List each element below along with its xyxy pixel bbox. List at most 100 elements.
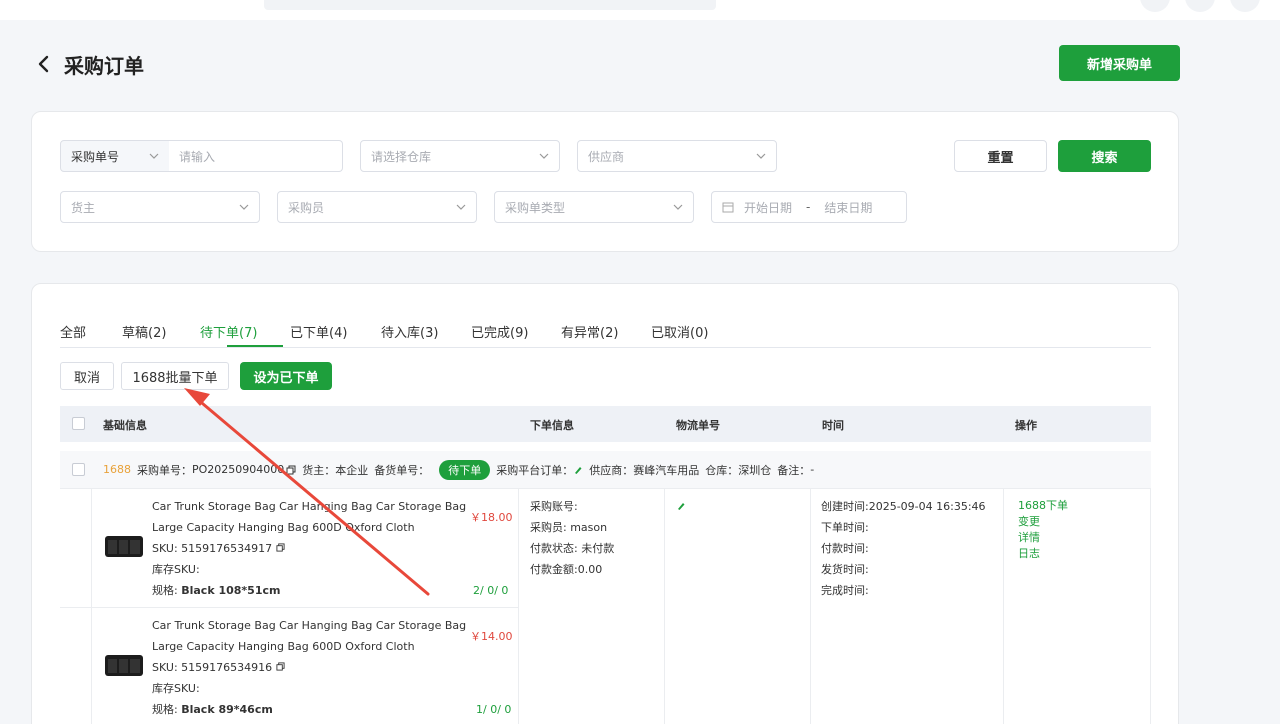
stock-sku: 库存SKU: bbox=[152, 682, 200, 695]
supplier-select[interactable]: 供应商 bbox=[577, 140, 777, 172]
batch-1688-order-button[interactable]: 1688批量下单 bbox=[121, 362, 229, 390]
chevron-down-icon bbox=[456, 204, 466, 210]
owner-select[interactable]: 货主 bbox=[60, 191, 260, 223]
ordered-time: 下单时间: bbox=[821, 521, 869, 534]
tab-draft[interactable]: 草稿(2) bbox=[122, 322, 166, 341]
product-title-line2: Large Capacity Hanging Bag 600D Oxford C… bbox=[152, 640, 415, 653]
th-basic-info: 基础信息 bbox=[103, 419, 147, 432]
grid-line bbox=[1003, 489, 1004, 724]
top-icon-button[interactable] bbox=[1140, 0, 1170, 12]
chevron-down-icon bbox=[539, 153, 549, 159]
tab-exception[interactable]: 有异常(2) bbox=[561, 322, 618, 341]
tab-cancelled[interactable]: 已取消(0) bbox=[651, 322, 708, 341]
date-range-picker[interactable]: 开始日期 - 结束日期 bbox=[711, 191, 907, 223]
owner-value: 本企业 bbox=[335, 463, 369, 477]
order-no-type-select[interactable]: 采购单号 bbox=[60, 140, 170, 172]
copy-icon[interactable] bbox=[276, 543, 285, 552]
product-spec: 规格: Black 108*51cm bbox=[152, 584, 280, 598]
order-source: 1688 bbox=[103, 463, 131, 476]
calendar-icon bbox=[722, 202, 734, 213]
global-search-bar[interactable] bbox=[264, 0, 716, 10]
top-bar bbox=[0, 0, 1280, 20]
platform-order-label: 采购平台订单： bbox=[496, 463, 574, 477]
tab-all[interactable]: 全部 bbox=[60, 322, 86, 341]
grid-line bbox=[60, 607, 518, 608]
grid-line bbox=[518, 489, 519, 724]
product-thumbnail bbox=[105, 655, 143, 676]
top-icon-button[interactable] bbox=[1230, 0, 1260, 12]
edit-icon[interactable] bbox=[676, 501, 686, 511]
op-log-link[interactable]: 日志 bbox=[1018, 545, 1040, 561]
set-ordered-button[interactable]: 设为已下单 bbox=[240, 362, 332, 390]
page-title: 采购订单 bbox=[64, 53, 144, 78]
th-logistics: 物流单号 bbox=[676, 419, 720, 432]
stock-no-label: 备货单号： bbox=[374, 463, 430, 477]
edit-icon[interactable] bbox=[573, 465, 583, 475]
reset-button[interactable]: 重置 bbox=[954, 140, 1047, 172]
product-spec: 规格: Black 89*46cm bbox=[152, 703, 273, 717]
purchase-account: 采购账号: bbox=[530, 500, 578, 513]
paid-time: 付款时间: bbox=[821, 542, 869, 555]
op-change-link[interactable]: 变更 bbox=[1018, 513, 1040, 529]
shipped-time: 发货时间: bbox=[821, 563, 869, 576]
product-title-line1: Car Trunk Storage Bag Car Hanging Bag Ca… bbox=[152, 619, 467, 632]
spec-value: Black 108*51cm bbox=[181, 584, 281, 597]
buyer-select[interactable]: 采购员 bbox=[277, 191, 477, 223]
buyer-info: 采购员: mason bbox=[530, 521, 608, 534]
chevron-down-icon bbox=[149, 153, 159, 159]
product-sku: SKU: 5159176534916 bbox=[152, 661, 285, 675]
supplier-value: 赛峰汽车用品 bbox=[633, 463, 700, 477]
warehouse-placeholder: 请选择仓库 bbox=[371, 149, 432, 164]
owner-placeholder: 货主 bbox=[71, 200, 96, 215]
warehouse-label: 仓库： bbox=[705, 463, 739, 477]
owner-label: 货主： bbox=[302, 463, 336, 477]
tab-ordered[interactable]: 已下单(4) bbox=[290, 322, 347, 341]
op-detail-link[interactable]: 详情 bbox=[1018, 529, 1040, 545]
order-header-row: 1688 采购单号： PO20250904000 货主： 本企业 备货单号： 待… bbox=[60, 451, 1151, 489]
top-icon-button[interactable] bbox=[1185, 0, 1215, 12]
new-purchase-order-button[interactable]: 新增采购单 bbox=[1059, 45, 1180, 81]
product-thumbnail bbox=[105, 536, 143, 557]
grid-line bbox=[664, 489, 665, 724]
tab-pending-order[interactable]: 待下单(7) bbox=[200, 322, 257, 341]
po-number: PO20250904000 bbox=[192, 463, 285, 476]
active-tab-indicator bbox=[227, 345, 283, 347]
copy-icon[interactable] bbox=[276, 662, 285, 671]
start-date-placeholder: 开始日期 bbox=[744, 200, 793, 215]
stock-sku: 库存SKU: bbox=[152, 563, 200, 576]
table-header: 基础信息 下单信息 物流单号 时间 操作 bbox=[60, 406, 1151, 442]
product-sku: SKU: 5159176534917 bbox=[152, 542, 285, 556]
chevron-down-icon bbox=[756, 153, 766, 159]
search-button[interactable]: 搜索 bbox=[1058, 140, 1151, 172]
quantity: 1/ 0/ 0 bbox=[476, 703, 512, 716]
unit-price: ￥14.00 bbox=[470, 630, 513, 643]
completed-time: 完成时间: bbox=[821, 584, 869, 597]
order-type-select[interactable]: 采购单类型 bbox=[494, 191, 694, 223]
copy-icon[interactable] bbox=[286, 465, 296, 475]
unit-price: ￥18.00 bbox=[470, 511, 513, 524]
tab-pending-inbound[interactable]: 待入库(3) bbox=[381, 322, 438, 341]
chevron-down-icon bbox=[239, 204, 249, 210]
order-type-placeholder: 采购单类型 bbox=[505, 200, 566, 215]
order-no-input[interactable]: 请输入 bbox=[169, 140, 343, 172]
th-order-info: 下单信息 bbox=[530, 419, 574, 432]
buyer-placeholder: 采购员 bbox=[288, 200, 325, 215]
op-1688-order-link[interactable]: 1688下单 bbox=[1018, 497, 1068, 513]
th-time: 时间 bbox=[822, 419, 844, 432]
payment-amount: 付款金额:0.00 bbox=[530, 563, 603, 576]
order-checkbox[interactable] bbox=[72, 463, 85, 476]
page-header: 采购订单 新增采购单 bbox=[32, 44, 1180, 84]
payment-status: 付款状态: 未付款 bbox=[530, 542, 615, 555]
select-all-checkbox[interactable] bbox=[72, 417, 85, 430]
chevron-down-icon bbox=[673, 204, 683, 210]
created-time: 创建时间:2025-09-04 16:35:46 bbox=[821, 500, 986, 513]
remark-label: 备注： bbox=[777, 463, 811, 477]
filter-panel: 采购单号 请输入 请选择仓库 供应商 重置 搜索 货主 采购员 采购单类型 开始… bbox=[31, 111, 1179, 252]
warehouse-value: 深圳仓 bbox=[738, 463, 772, 477]
tab-completed[interactable]: 已完成(9) bbox=[471, 322, 528, 341]
cancel-button[interactable]: 取消 bbox=[60, 362, 114, 390]
back-button[interactable] bbox=[32, 52, 56, 76]
grid-line bbox=[810, 489, 811, 724]
warehouse-select[interactable]: 请选择仓库 bbox=[360, 140, 560, 172]
status-badge: 待下单 bbox=[439, 459, 491, 480]
